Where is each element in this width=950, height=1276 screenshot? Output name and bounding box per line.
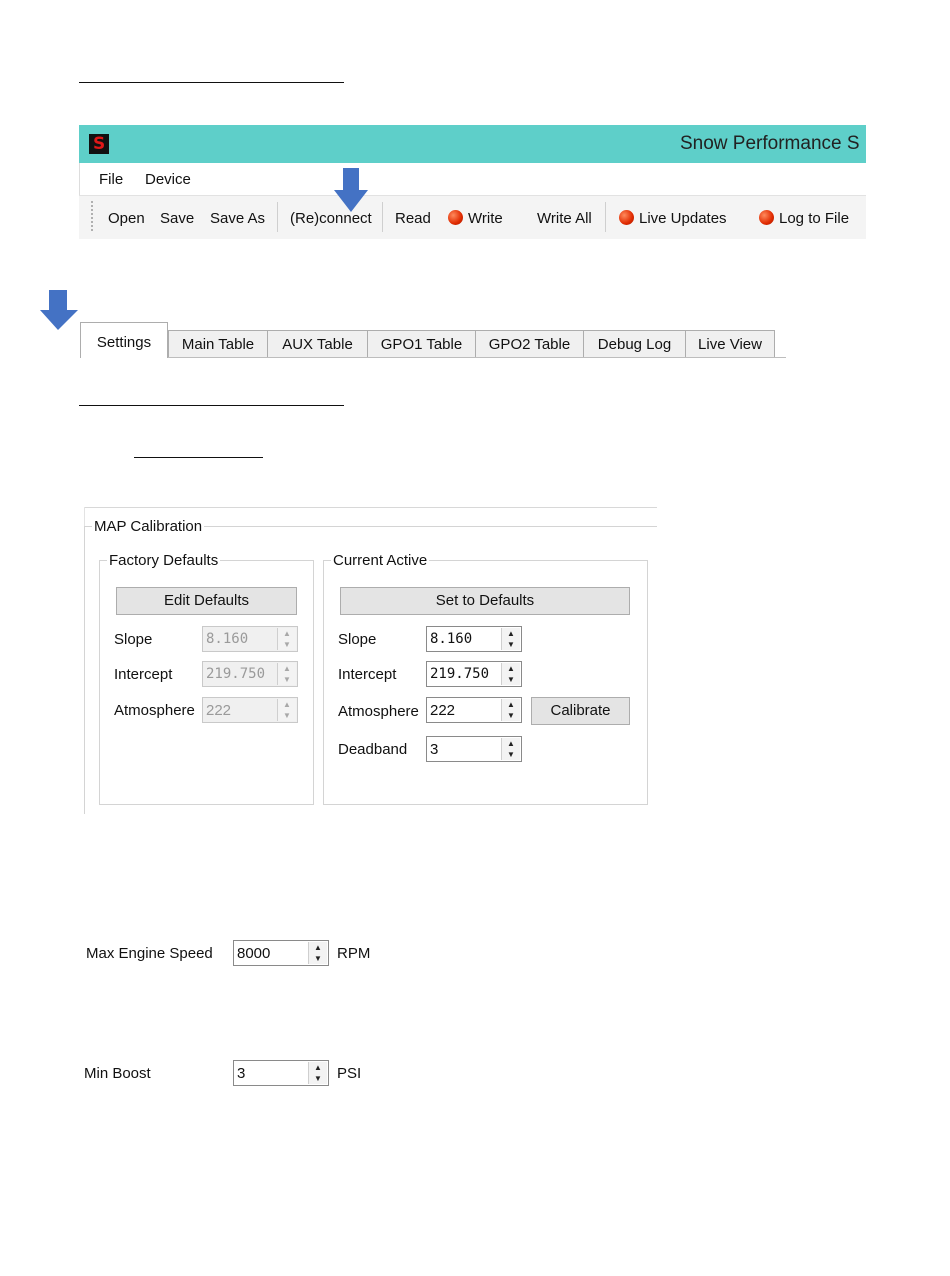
save-as-button[interactable]: Save As [210, 210, 265, 227]
spin-up-icon: ▲ [283, 629, 291, 638]
current-atmosphere-spinbox[interactable]: 222 ▲ ▼ [426, 697, 522, 723]
tab-aux-table[interactable]: AUX Table [267, 330, 368, 357]
tab-main-table[interactable]: Main Table [168, 330, 268, 357]
factory-defaults-title: Factory Defaults [107, 552, 221, 569]
right-arrow-icon [40, 290, 78, 330]
live-updates-button[interactable]: Live Updates [619, 210, 727, 227]
reconnect-button[interactable]: (Re)connect [290, 210, 372, 227]
deadband-spinbox[interactable]: 3 ▲ ▼ [426, 736, 522, 762]
spin-down-icon: ▼ [283, 711, 291, 720]
heading-underline-2 [79, 405, 344, 406]
menu-file[interactable]: File [99, 171, 123, 188]
set-to-defaults-button[interactable]: Set to Defaults [340, 587, 630, 615]
log-led-icon [759, 210, 774, 225]
subheading-underline [134, 457, 263, 458]
toolbar-divider [277, 202, 278, 232]
max-engine-speed-label: Max Engine Speed [86, 945, 213, 962]
spin-down-icon[interactable]: ▼ [502, 710, 520, 721]
min-boost-label: Min Boost [84, 1065, 151, 1082]
spin-down-icon[interactable]: ▼ [502, 639, 520, 650]
read-button[interactable]: Read [395, 210, 431, 227]
title-bar: S Snow Performance S [79, 125, 866, 163]
write-status-led-icon [448, 210, 463, 225]
write-all-button[interactable]: Write All [537, 210, 592, 227]
min-boost-spinbox[interactable]: 3 ▲ ▼ [233, 1060, 329, 1086]
current-slope-spinbox[interactable]: 8.160 ▲ ▼ [426, 626, 522, 652]
log-to-file-button[interactable]: Log to File [759, 210, 849, 227]
current-intercept-spinbox[interactable]: 219.750 ▲ ▼ [426, 661, 522, 687]
app-logo-icon: S [89, 134, 109, 154]
spin-down-icon: ▼ [283, 675, 291, 684]
spin-up-icon: ▲ [283, 664, 291, 673]
spin-down-icon[interactable]: ▼ [502, 674, 520, 685]
spin-up-icon[interactable]: ▲ [502, 738, 520, 749]
menu-bar: File Device [79, 163, 867, 195]
max-engine-speed-spinbox[interactable]: 8000 ▲ ▼ [233, 940, 329, 966]
spin-up-icon[interactable]: ▲ [502, 699, 520, 710]
spin-up-icon[interactable]: ▲ [502, 628, 520, 639]
calibrate-button[interactable]: Calibrate [531, 697, 630, 725]
factory-atmosphere-spinbox: 222 ▲ ▼ [202, 697, 298, 723]
open-button[interactable]: Open [108, 210, 145, 227]
factory-intercept-spinbox: 219.750 ▲ ▼ [202, 661, 298, 687]
current-slope-label: Slope [338, 631, 377, 648]
psi-unit-label: PSI [337, 1065, 362, 1082]
panel-top-border [84, 507, 657, 508]
write-button[interactable]: Write [448, 210, 503, 227]
factory-atmosphere-label: Atmosphere [114, 702, 195, 719]
menu-device[interactable]: Device [145, 171, 191, 188]
toolbar-divider [605, 202, 606, 232]
tab-debug-log[interactable]: Debug Log [583, 330, 686, 357]
edit-defaults-button[interactable]: Edit Defaults [116, 587, 297, 615]
factory-slope-spinbox: 8.160 ▲ ▼ [202, 626, 298, 652]
tab-live-view[interactable]: Live View [685, 330, 775, 357]
rpm-unit-label: RPM [337, 945, 371, 962]
spin-down-icon[interactable]: ▼ [502, 749, 520, 760]
spin-up-icon[interactable]: ▲ [502, 663, 520, 674]
tab-gpo2-table[interactable]: GPO2 Table [475, 330, 584, 357]
spin-down-icon[interactable]: ▼ [309, 953, 327, 964]
map-calibration-title: MAP Calibration [92, 518, 205, 535]
current-atmosphere-label: Atmosphere [338, 703, 419, 720]
tab-strip: Settings Main Table AUX Table GPO1 Table… [80, 320, 786, 368]
spin-up-icon[interactable]: ▲ [309, 1062, 327, 1073]
factory-intercept-label: Intercept [114, 666, 173, 683]
current-intercept-label: Intercept [338, 666, 397, 683]
tab-gpo1-table[interactable]: GPO1 Table [367, 330, 476, 357]
heading-underline-1 [79, 82, 344, 83]
save-button[interactable]: Save [160, 210, 194, 227]
spin-up-icon[interactable]: ▲ [309, 942, 327, 953]
window-title: Snow Performance S [680, 133, 860, 154]
spin-up-icon: ▲ [283, 700, 291, 709]
deadband-label: Deadband [338, 741, 408, 758]
down-arrow-icon [334, 168, 368, 212]
current-active-title: Current Active [331, 552, 430, 569]
live-updates-led-icon [619, 210, 634, 225]
toolbar-divider [382, 202, 383, 232]
toolbar: Open Save Save As (Re)connect Read Write… [79, 195, 866, 239]
tab-settings[interactable]: Settings [80, 322, 168, 358]
toolbar-grip-handle[interactable] [91, 201, 93, 233]
spin-down-icon: ▼ [283, 640, 291, 649]
spin-down-icon[interactable]: ▼ [309, 1073, 327, 1084]
factory-slope-label: Slope [114, 631, 153, 648]
